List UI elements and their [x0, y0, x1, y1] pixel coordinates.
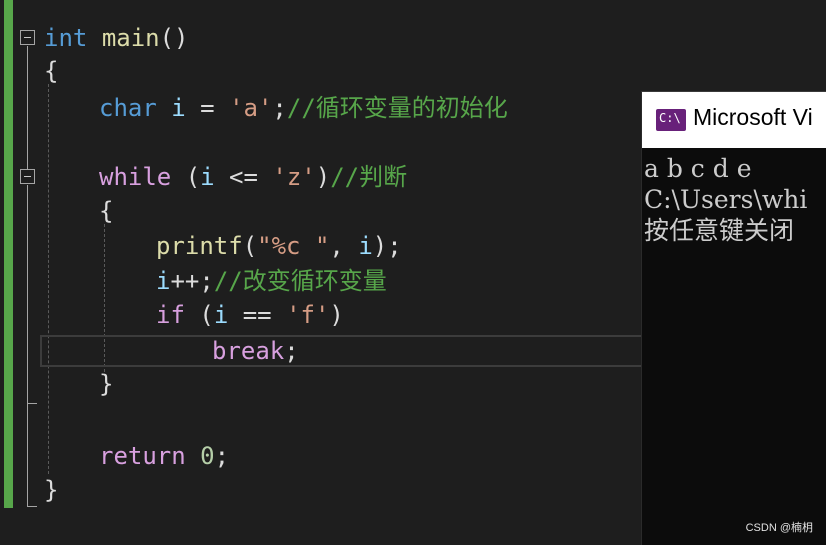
comment: //判断 [330, 163, 408, 191]
keyword-int: int [44, 24, 88, 52]
operator: == [228, 301, 287, 329]
function-name: main [101, 24, 160, 52]
comment: //循环变量的初始化 [286, 94, 508, 122]
code-line-13[interactable]: return 0; [99, 441, 229, 471]
parens: () [159, 24, 189, 52]
variable: i [156, 267, 171, 295]
close-paren: ) [315, 163, 331, 191]
keyword-while: while [99, 163, 172, 191]
comment: //改变循环变量 [213, 267, 387, 295]
number-literal: 0 [200, 442, 215, 470]
fold-tick [27, 506, 37, 507]
code-line-14[interactable]: } [44, 475, 58, 505]
console-titlebar[interactable]: Microsoft Vi [642, 92, 826, 148]
console-output-line: a b c d e [644, 154, 752, 183]
console-title: Microsoft Vi [693, 104, 813, 130]
operator: = [185, 94, 230, 122]
fold-line [27, 185, 28, 506]
char-literal: 'z' [272, 163, 316, 191]
watermark: CSDN @楠枂 [745, 522, 813, 534]
code-line-8[interactable]: i++;//改变循环变量 [156, 266, 387, 296]
close-brace: } [99, 370, 114, 398]
char-literal: 'f' [286, 301, 330, 329]
fold-tick [27, 403, 37, 404]
keyword-char: char [99, 94, 157, 122]
open-paren: ( [184, 301, 214, 329]
open-paren: ( [171, 163, 201, 191]
fold-line [27, 46, 28, 169]
code-line-6[interactable]: { [99, 196, 113, 226]
operator: ++; [170, 267, 214, 295]
keyword-return: return [99, 442, 186, 470]
open-brace: { [44, 57, 59, 85]
code-line-5[interactable]: while (i <= 'z')//判断 [99, 162, 407, 192]
code-line-7[interactable]: printf("%c ", i); [156, 231, 402, 261]
comma: , [329, 232, 359, 260]
keyword-if: if [156, 301, 185, 329]
format-string: "%c " [257, 232, 330, 260]
variable: i [358, 232, 373, 260]
code-line-11[interactable]: } [99, 369, 113, 399]
semicolon: ; [284, 337, 299, 365]
code-line-1[interactable]: int main() [44, 23, 189, 53]
collapse-while-icon[interactable] [20, 169, 35, 184]
open-brace: { [99, 197, 114, 225]
console-output-line: C:\Users\whi [644, 185, 808, 214]
close-paren: ) [329, 301, 344, 329]
code-line-2[interactable]: { [44, 56, 58, 86]
current-line-highlight [40, 335, 660, 367]
close-brace: } [44, 476, 59, 504]
semicolon: ; [214, 442, 230, 470]
console-output-line: 按任意键关闭 [644, 216, 795, 245]
variable: i [213, 301, 229, 329]
char-literal: 'a' [229, 94, 273, 122]
change-indicator-bar [4, 0, 13, 508]
console-window[interactable]: Microsoft Vi a b c d e C:\Users\whi 按任意键… [641, 91, 826, 545]
keyword-break: break [212, 337, 285, 365]
code-line-10[interactable]: break; [212, 336, 299, 366]
open-paren: ( [242, 232, 258, 260]
code-line-9[interactable]: if (i == 'f') [156, 300, 344, 330]
console-app-icon [656, 109, 686, 131]
indent-guide [48, 84, 49, 474]
semicolon: ; [272, 94, 287, 122]
close-paren: ); [372, 232, 402, 260]
function-call: printf [156, 232, 243, 260]
collapse-main-icon[interactable] [20, 30, 35, 45]
operator: <= [214, 163, 273, 191]
variable: i [171, 94, 186, 122]
variable: i [200, 163, 215, 191]
code-line-3[interactable]: char i = 'a';//循环变量的初始化 [99, 93, 508, 123]
